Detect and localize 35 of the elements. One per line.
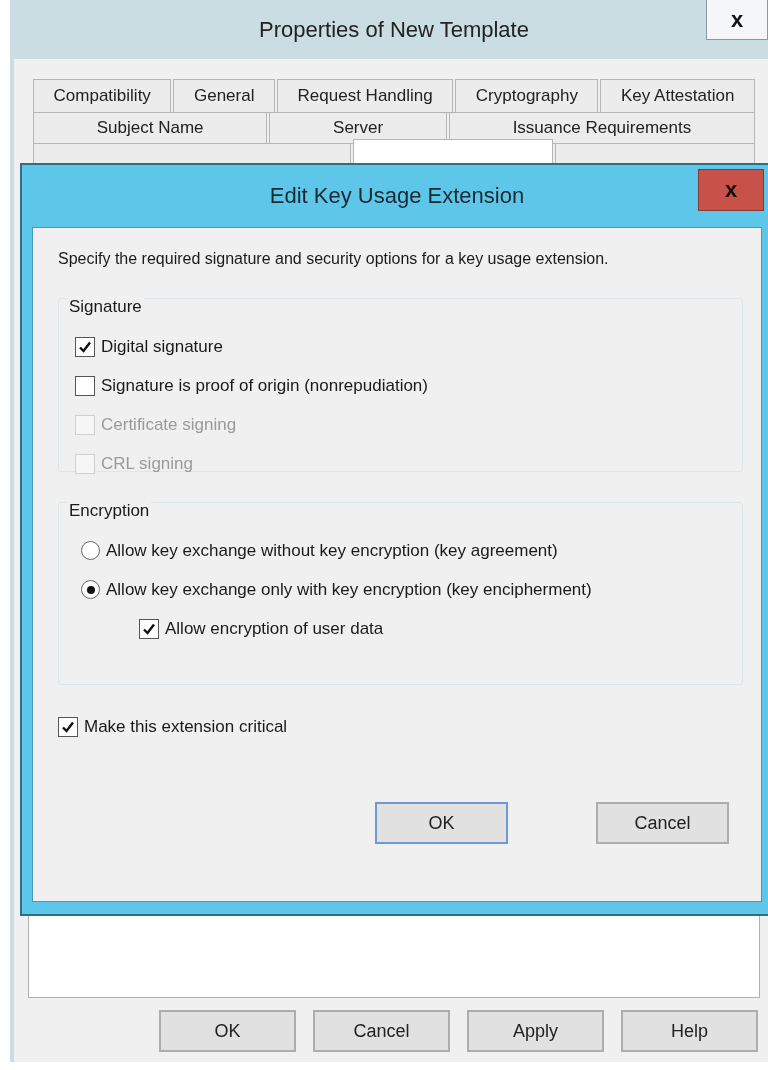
tab[interactable]: Compatibility (33, 79, 172, 113)
button[interactable]: OK (159, 1010, 296, 1052)
tab[interactable]: Issuance Requirements (448, 112, 755, 144)
radio-label: Allow key exchange without key encryption (key agreement) (106, 540, 558, 561)
checkbox-label: Signature is proof of origin (nonrepudiation) (101, 375, 428, 396)
tab[interactable]: Key Attestation (600, 79, 755, 113)
radio-button[interactable] (81, 541, 100, 560)
button[interactable]: Cancel (313, 1010, 450, 1052)
radio-label: Allow key exchange only with key encryption (key encipherment) (106, 579, 592, 600)
checkbox-label: CRL signing (101, 453, 193, 474)
checkbox[interactable] (75, 375, 95, 396)
button[interactable]: Cancel (596, 802, 729, 844)
checkbox-label: Allow encryption of user data (165, 618, 384, 639)
radio-button[interactable] (81, 580, 100, 599)
button[interactable]: Help (621, 1010, 758, 1052)
checkbox[interactable] (139, 618, 159, 639)
checkbox-label: Digital signature (101, 336, 223, 357)
button[interactable]: OK (375, 802, 508, 844)
tab[interactable]: General (173, 79, 275, 113)
dialog-title: Edit Key Usage Extension (269, 183, 525, 209)
tab[interactable]: Request Handling (277, 79, 454, 113)
tab[interactable]: Subject Name (33, 112, 268, 144)
description-text: Specify the required signature and security options for a key usage extension. (58, 249, 610, 269)
close-button[interactable]: x (706, 0, 768, 40)
window-title: Properties of New Template (259, 16, 529, 43)
checkbox[interactable] (58, 716, 78, 737)
close-button[interactable]: x (698, 169, 764, 211)
group-label: Signature (67, 297, 144, 317)
checkbox-label: Certificate signing (101, 414, 237, 435)
button[interactable]: Apply (467, 1010, 604, 1052)
checkbox-label: Make this extension critical (84, 716, 288, 737)
checkbox[interactable] (75, 336, 95, 357)
group-label: Encryption (67, 501, 152, 521)
tab[interactable]: Cryptography (455, 79, 599, 113)
tab[interactable]: Server (269, 112, 447, 144)
